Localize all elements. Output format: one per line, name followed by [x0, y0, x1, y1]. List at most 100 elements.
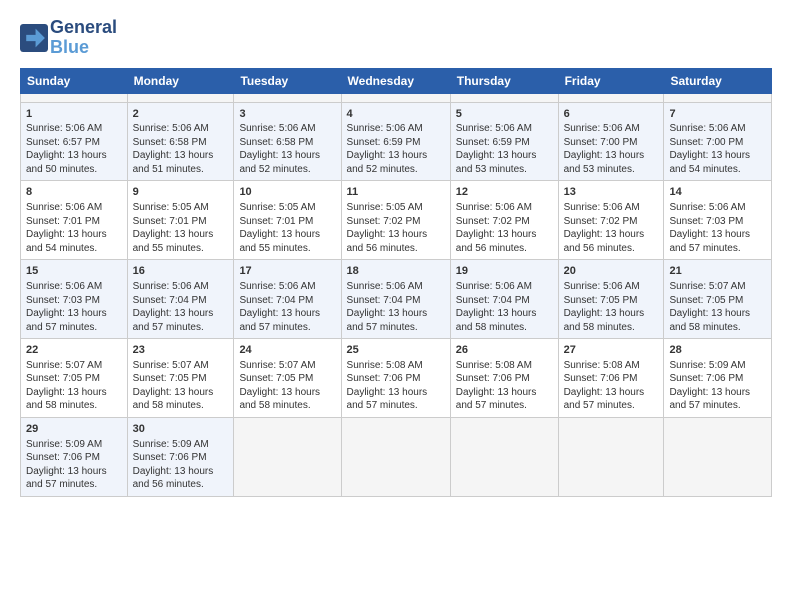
day-info: Sunrise: 5:07 AMSunset: 7:05 PMDaylight:… [669, 281, 750, 333]
table-row: 19 Sunrise: 5:06 AMSunset: 7:04 PMDayligh… [450, 260, 558, 339]
calendar-week-row: 1Sunrise: 5:06 AMSunset: 6:57 PMDaylight… [21, 102, 772, 181]
table-row: 27Sunrise: 5:08 AMSunset: 7:06 PMDayligh… [558, 339, 664, 418]
day-info: Sunrise: 5:05 AMSunset: 7:01 PMDaylight:… [239, 202, 320, 254]
table-row: 9Sunrise: 5:05 AMSunset: 7:01 PMDaylight… [127, 181, 234, 260]
table-row: 7Sunrise: 5:06 AMSunset: 7:00 PMDaylight… [664, 102, 772, 181]
calendar-week-row: 15 Sunrise: 5:06 AMSunset: 7:03 PMDayligh… [21, 260, 772, 339]
table-row: 2Sunrise: 5:06 AMSunset: 6:58 PMDaylight… [127, 102, 234, 181]
table-row: 15 Sunrise: 5:06 AMSunset: 7:03 PMDayligh… [21, 260, 128, 339]
col-saturday: Saturday [664, 68, 772, 93]
table-row [664, 417, 772, 496]
table-row [234, 93, 341, 102]
day-number: 3 [239, 107, 335, 122]
table-row [558, 93, 664, 102]
table-row: 28 Sunrise: 5:09 AMSunset: 7:06 PMDayligh… [664, 339, 772, 418]
table-row [558, 417, 664, 496]
day-info: Sunrise: 5:07 AMSunset: 7:05 PMDaylight:… [133, 360, 214, 412]
day-info: Sunrise: 5:06 AMSunset: 7:04 PMDaylight:… [456, 281, 537, 333]
day-info: Sunrise: 5:05 AMSunset: 7:02 PMDaylight:… [347, 202, 428, 254]
day-number: 29 [26, 422, 122, 437]
day-number: 20 [564, 264, 659, 279]
day-number: 15 [26, 264, 122, 279]
day-info: Sunrise: 5:09 AMSunset: 7:06 PMDaylight:… [669, 360, 750, 412]
day-info: Sunrise: 5:09 AMSunset: 7:06 PMDaylight:… [133, 439, 214, 491]
table-row [341, 417, 450, 496]
day-info: Sunrise: 5:06 AMSunset: 7:04 PMDaylight:… [347, 281, 428, 333]
header: General Blue [20, 18, 772, 58]
day-info: Sunrise: 5:08 AMSunset: 7:06 PMDaylight:… [347, 360, 428, 412]
table-row [450, 417, 558, 496]
table-row: 6Sunrise: 5:06 AMSunset: 7:00 PMDaylight… [558, 102, 664, 181]
day-number: 1 [26, 107, 122, 122]
table-row: 24 Sunrise: 5:07 AMSunset: 7:05 PMDayligh… [234, 339, 341, 418]
table-row: 13 Sunrise: 5:06 AMSunset: 7:02 PMDayligh… [558, 181, 664, 260]
table-row: 4Sunrise: 5:06 AMSunset: 6:59 PMDaylight… [341, 102, 450, 181]
day-number: 17 [239, 264, 335, 279]
table-row: 8 Sunrise: 5:06 AMSunset: 7:01 PMDaylight… [21, 181, 128, 260]
calendar-week-row [21, 93, 772, 102]
day-info: Sunrise: 5:06 AMSunset: 6:57 PMDaylight:… [26, 123, 107, 175]
table-row: 12 Sunrise: 5:06 AMSunset: 7:02 PMDayligh… [450, 181, 558, 260]
table-row: 25 Sunrise: 5:08 AMSunset: 7:06 PMDayligh… [341, 339, 450, 418]
table-row: 26 Sunrise: 5:08 AMSunset: 7:06 PMDayligh… [450, 339, 558, 418]
table-row: 3Sunrise: 5:06 AMSunset: 6:58 PMDaylight… [234, 102, 341, 181]
col-sunday: Sunday [21, 68, 128, 93]
table-row: 21 Sunrise: 5:07 AMSunset: 7:05 PMDayligh… [664, 260, 772, 339]
day-number: 24 [239, 343, 335, 358]
table-row: 20Sunrise: 5:06 AMSunset: 7:05 PMDayligh… [558, 260, 664, 339]
day-number: 13 [564, 185, 659, 200]
table-row [127, 93, 234, 102]
day-info: Sunrise: 5:06 AMSunset: 7:02 PMDaylight:… [456, 202, 537, 254]
day-number: 30 [133, 422, 229, 437]
day-info: Sunrise: 5:08 AMSunset: 7:06 PMDaylight:… [456, 360, 537, 412]
table-row: 22 Sunrise: 5:07 AMSunset: 7:05 PMDayligh… [21, 339, 128, 418]
calendar-header-row: Sunday Monday Tuesday Wednesday Thursday… [21, 68, 772, 93]
table-row: 30 Sunrise: 5:09 AMSunset: 7:06 PMDayligh… [127, 417, 234, 496]
day-info: Sunrise: 5:07 AMSunset: 7:05 PMDaylight:… [239, 360, 320, 412]
calendar-table: Sunday Monday Tuesday Wednesday Thursday… [20, 68, 772, 497]
day-number: 14 [669, 185, 766, 200]
day-info: Sunrise: 5:06 AMSunset: 6:59 PMDaylight:… [347, 123, 428, 175]
table-row: 5Sunrise: 5:06 AMSunset: 6:59 PMDaylight… [450, 102, 558, 181]
day-number: 21 [669, 264, 766, 279]
table-row [450, 93, 558, 102]
day-number: 8 [26, 185, 122, 200]
table-row: 10 Sunrise: 5:05 AMSunset: 7:01 PMDayligh… [234, 181, 341, 260]
day-number: 16 [133, 264, 229, 279]
day-number: 6 [564, 107, 659, 122]
table-row: 29 Sunrise: 5:09 AMSunset: 7:06 PMDayligh… [21, 417, 128, 496]
table-row: 1Sunrise: 5:06 AMSunset: 6:57 PMDaylight… [21, 102, 128, 181]
table-row [234, 417, 341, 496]
day-info: Sunrise: 5:06 AMSunset: 6:58 PMDaylight:… [133, 123, 214, 175]
table-row: 11Sunrise: 5:05 AMSunset: 7:02 PMDayligh… [341, 181, 450, 260]
day-info: Sunrise: 5:06 AMSunset: 6:59 PMDaylight:… [456, 123, 537, 175]
day-info: Sunrise: 5:06 AMSunset: 7:03 PMDaylight:… [26, 281, 107, 333]
day-number: 10 [239, 185, 335, 200]
day-number: 26 [456, 343, 553, 358]
col-wednesday: Wednesday [341, 68, 450, 93]
day-info: Sunrise: 5:06 AMSunset: 7:03 PMDaylight:… [669, 202, 750, 254]
day-number: 22 [26, 343, 122, 358]
day-info: Sunrise: 5:06 AMSunset: 7:02 PMDaylight:… [564, 202, 645, 254]
day-number: 25 [347, 343, 445, 358]
day-number: 12 [456, 185, 553, 200]
day-number: 9 [133, 185, 229, 200]
table-row: 18Sunrise: 5:06 AMSunset: 7:04 PMDayligh… [341, 260, 450, 339]
day-info: Sunrise: 5:09 AMSunset: 7:06 PMDaylight:… [26, 439, 107, 491]
day-info: Sunrise: 5:06 AMSunset: 7:00 PMDaylight:… [669, 123, 750, 175]
day-number: 19 [456, 264, 553, 279]
table-row: 16 Sunrise: 5:06 AMSunset: 7:04 PMDayligh… [127, 260, 234, 339]
day-number: 4 [347, 107, 445, 122]
calendar-week-row: 22 Sunrise: 5:07 AMSunset: 7:05 PMDayligh… [21, 339, 772, 418]
col-monday: Monday [127, 68, 234, 93]
day-number: 28 [669, 343, 766, 358]
table-row [341, 93, 450, 102]
day-info: Sunrise: 5:07 AMSunset: 7:05 PMDaylight:… [26, 360, 107, 412]
day-info: Sunrise: 5:06 AMSunset: 7:04 PMDaylight:… [133, 281, 214, 333]
day-info: Sunrise: 5:08 AMSunset: 7:06 PMDaylight:… [564, 360, 645, 412]
day-info: Sunrise: 5:06 AMSunset: 7:00 PMDaylight:… [564, 123, 645, 175]
col-thursday: Thursday [450, 68, 558, 93]
day-info: Sunrise: 5:06 AMSunset: 7:04 PMDaylight:… [239, 281, 320, 333]
day-info: Sunrise: 5:06 AMSunset: 7:01 PMDaylight:… [26, 202, 107, 254]
logo-text: General Blue [50, 18, 117, 58]
